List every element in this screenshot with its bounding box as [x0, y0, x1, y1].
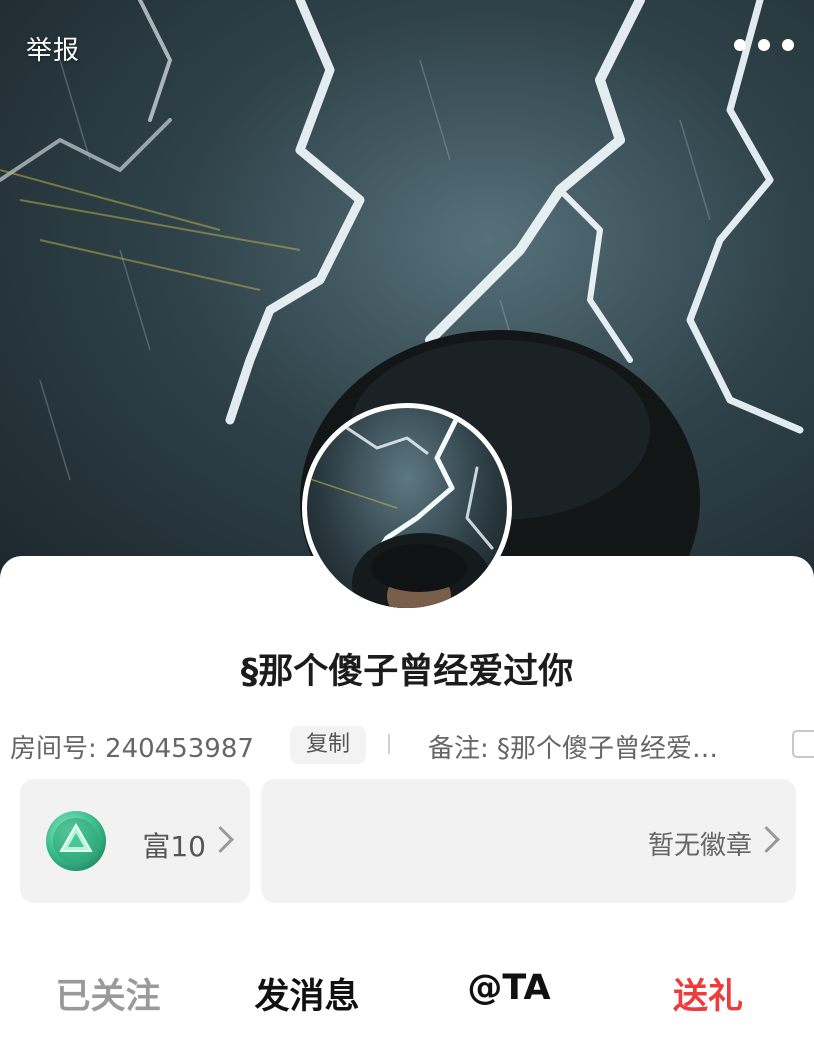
send-gift-button[interactable]: 送礼	[608, 968, 808, 1019]
badge-card[interactable]: 暂无徽章	[261, 779, 796, 903]
chevron-right-icon	[753, 826, 780, 853]
divider	[388, 734, 390, 754]
mention-button[interactable]: @TA	[409, 968, 609, 1008]
remark-text: 备注: §那个傻子曾经爱…	[428, 734, 719, 764]
chevron-right-icon	[207, 826, 234, 853]
report-button[interactable]: 举报	[26, 30, 80, 67]
edit-note-icon[interactable]	[792, 730, 814, 758]
followed-button[interactable]: 已关注	[8, 968, 208, 1019]
badge-status-label: 暂无徽章	[647, 831, 752, 861]
room-number: 房间号: 240453987	[10, 734, 254, 764]
action-bar: 已关注 发消息 @TA 送礼	[0, 968, 814, 1018]
profile-nickname: §那个傻子曾经爱过你	[240, 652, 574, 692]
copy-button[interactable]: 复制	[290, 726, 366, 764]
more-dots-icon[interactable]	[734, 36, 794, 54]
wealth-level-icon	[46, 811, 106, 871]
avatar[interactable]	[302, 403, 512, 613]
wealth-level-label: 富10	[142, 830, 206, 863]
send-message-button[interactable]: 发消息	[207, 968, 407, 1019]
profile-info-row: 房间号: 240453987 复制 备注: §那个傻子曾经爱…	[0, 722, 814, 768]
wealth-level-card[interactable]: 富10	[20, 779, 250, 903]
